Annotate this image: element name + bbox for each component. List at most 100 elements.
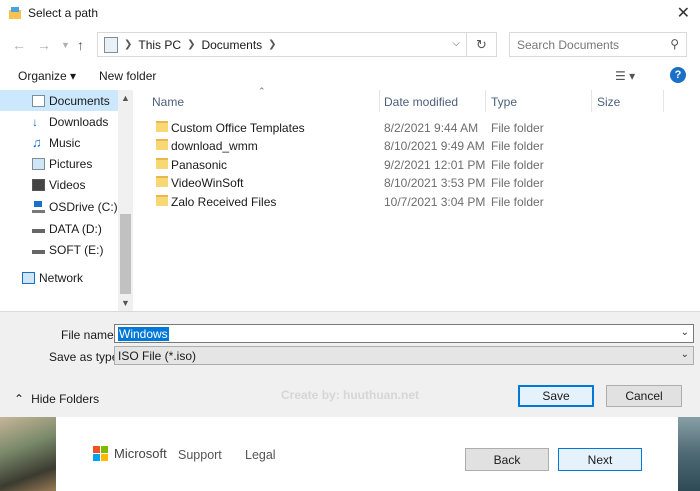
nav-item-soft-drive[interactable]: SOFT (E:) bbox=[0, 239, 118, 260]
scroll-up-icon[interactable]: ▲ bbox=[121, 93, 130, 103]
nav-scrollbar[interactable]: ▲ ▼ bbox=[118, 90, 133, 311]
music-icon: ♫ bbox=[32, 134, 42, 150]
background-photo-right bbox=[678, 416, 700, 491]
next-button[interactable]: Next bbox=[558, 448, 642, 471]
pictures-icon bbox=[32, 157, 45, 170]
back-arrow-icon[interactable]: ← bbox=[12, 37, 26, 53]
column-header-type[interactable]: Type bbox=[491, 95, 517, 109]
nav-item-network[interactable]: Network bbox=[0, 267, 118, 288]
nav-item-label: Documents bbox=[49, 93, 110, 108]
file-name-field[interactable]: Windows ⌄ bbox=[114, 324, 694, 343]
recent-locations-icon[interactable]: ▼ bbox=[61, 40, 70, 50]
documents-icon bbox=[32, 94, 45, 107]
column-divider[interactable] bbox=[379, 90, 380, 112]
file-type: File folder bbox=[491, 176, 544, 190]
save-type-label: Save as type: bbox=[49, 350, 122, 364]
save-type-select[interactable]: ISO File (*.iso) ⌄ bbox=[114, 346, 694, 365]
app-icon bbox=[9, 7, 21, 19]
microsoft-squares-icon bbox=[93, 446, 108, 461]
new-folder-button[interactable]: New folder bbox=[99, 69, 156, 83]
breadcrumb-chevron-icon[interactable]: ❯ bbox=[187, 39, 195, 50]
column-divider[interactable] bbox=[591, 90, 592, 112]
downloads-icon: ↓ bbox=[32, 114, 38, 129]
save-form: File name: Windows ⌄ Save as type: ISO F… bbox=[0, 311, 700, 417]
navigation-pane: Documents ↓ Downloads ♫ Music Pictures V… bbox=[0, 90, 134, 311]
chevron-down-icon[interactable]: ⌄ bbox=[681, 327, 689, 338]
folder-icon bbox=[156, 139, 168, 150]
nav-item-pictures[interactable]: Pictures bbox=[0, 153, 118, 174]
file-name: Panasonic bbox=[171, 158, 228, 172]
address-bar[interactable]: ❯ This PC ❯ Documents ❯ ⌵ ↻ bbox=[97, 32, 497, 57]
column-header-date[interactable]: Date modified bbox=[384, 95, 458, 109]
folder-icon bbox=[156, 195, 168, 206]
navigation-bar: ← → ▼ ↑ ❯ This PC ❯ Documents ❯ ⌵ ↻ Sear… bbox=[0, 30, 700, 60]
organize-menu[interactable]: Organize ▾ bbox=[18, 69, 76, 83]
file-row[interactable]: Zalo Received Files 10/7/2021 3:04 PM Fi… bbox=[151, 193, 671, 211]
nav-item-label: DATA (D:) bbox=[49, 221, 102, 236]
file-date: 9/2/2021 12:01 PM bbox=[384, 158, 486, 172]
save-button[interactable]: Save bbox=[518, 385, 594, 407]
refresh-icon[interactable]: ↻ bbox=[466, 32, 496, 57]
folder-icon bbox=[156, 176, 168, 187]
hide-folders-label: Hide Folders bbox=[31, 392, 100, 406]
dialog-title: Select a path bbox=[28, 6, 99, 20]
title-bar: Select a path bbox=[0, 0, 700, 26]
chevron-down-icon[interactable]: ⌄ bbox=[681, 349, 689, 360]
watermark-text: Create by: huuthuan.net bbox=[281, 388, 420, 402]
column-header-size[interactable]: Size bbox=[597, 95, 620, 109]
close-icon[interactable]: ✕ bbox=[677, 3, 690, 23]
up-arrow-icon[interactable]: ↑ bbox=[77, 37, 84, 53]
file-row[interactable]: download_wmm 8/10/2021 9:49 AM File fold… bbox=[151, 137, 671, 155]
breadcrumb-this-pc[interactable]: This PC bbox=[138, 38, 181, 52]
file-name: download_wmm bbox=[171, 139, 258, 153]
search-icon: ⚲ bbox=[670, 37, 679, 51]
file-row[interactable]: VideoWinSoft 8/10/2021 3:53 PM File fold… bbox=[151, 174, 671, 192]
nav-item-downloads[interactable]: ↓ Downloads bbox=[0, 111, 118, 132]
file-type: File folder bbox=[491, 195, 544, 209]
drive-c-icon bbox=[32, 200, 45, 213]
cancel-button[interactable]: Cancel bbox=[606, 385, 682, 407]
nav-item-label: SOFT (E:) bbox=[49, 242, 104, 257]
nav-item-documents[interactable]: Documents bbox=[0, 90, 118, 111]
column-divider[interactable] bbox=[485, 90, 486, 112]
breadcrumb-chevron-icon[interactable]: ❯ bbox=[124, 39, 132, 50]
search-placeholder: Search Documents bbox=[517, 37, 620, 52]
nav-item-label: Music bbox=[49, 135, 81, 150]
nav-item-music[interactable]: ♫ Music bbox=[0, 132, 118, 153]
breadcrumb-documents[interactable]: Documents bbox=[201, 38, 262, 52]
save-dialog: Select a path ✕ ← → ▼ ↑ ❯ This PC ❯ Docu… bbox=[0, 0, 700, 417]
scroll-thumb[interactable] bbox=[120, 214, 131, 294]
nav-item-videos[interactable]: Videos bbox=[0, 174, 118, 195]
column-header-name[interactable]: Name bbox=[152, 95, 184, 109]
breadcrumb-chevron-icon[interactable]: ❯ bbox=[268, 39, 276, 50]
file-row[interactable]: Custom Office Templates 8/2/2021 9:44 AM… bbox=[151, 119, 671, 137]
help-icon[interactable]: ? bbox=[670, 67, 686, 83]
back-button[interactable]: Back bbox=[465, 448, 549, 471]
file-date: 10/7/2021 3:04 PM bbox=[384, 195, 486, 209]
address-dropdown-icon[interactable]: ⌵ bbox=[452, 38, 460, 49]
microsoft-logo: Microsoft bbox=[93, 446, 167, 461]
nav-item-label: Downloads bbox=[49, 114, 109, 129]
column-divider[interactable] bbox=[663, 90, 664, 112]
view-options-icon[interactable]: ☰ ▾ bbox=[615, 69, 635, 83]
file-name-value: Windows bbox=[118, 326, 169, 341]
file-list: ⌃ Name Date modified Type Size Custom Of… bbox=[134, 86, 700, 311]
forward-arrow-icon[interactable]: → bbox=[37, 37, 51, 53]
drive-icon bbox=[32, 225, 45, 233]
nav-item-label: Network bbox=[39, 270, 84, 285]
drive-icon bbox=[32, 246, 45, 254]
sort-ascending-icon: ⌃ bbox=[258, 86, 266, 96]
file-row[interactable]: Panasonic 9/2/2021 12:01 PM File folder bbox=[151, 156, 671, 174]
file-type: File folder bbox=[491, 158, 544, 172]
file-date: 8/10/2021 3:53 PM bbox=[384, 176, 486, 190]
support-link[interactable]: Support bbox=[178, 448, 222, 462]
save-type-value: ISO File (*.iso) bbox=[118, 348, 197, 363]
search-input[interactable]: Search Documents ⚲ bbox=[509, 32, 687, 57]
folder-icon bbox=[156, 158, 168, 169]
network-icon bbox=[22, 271, 35, 284]
hide-folders-toggle[interactable]: ⌃ Hide Folders bbox=[14, 392, 99, 406]
nav-item-osdrive[interactable]: OSDrive (C:) bbox=[0, 196, 118, 217]
scroll-down-icon[interactable]: ▼ bbox=[121, 298, 130, 308]
legal-link[interactable]: Legal bbox=[245, 448, 276, 462]
nav-item-data-drive[interactable]: DATA (D:) bbox=[0, 218, 118, 239]
